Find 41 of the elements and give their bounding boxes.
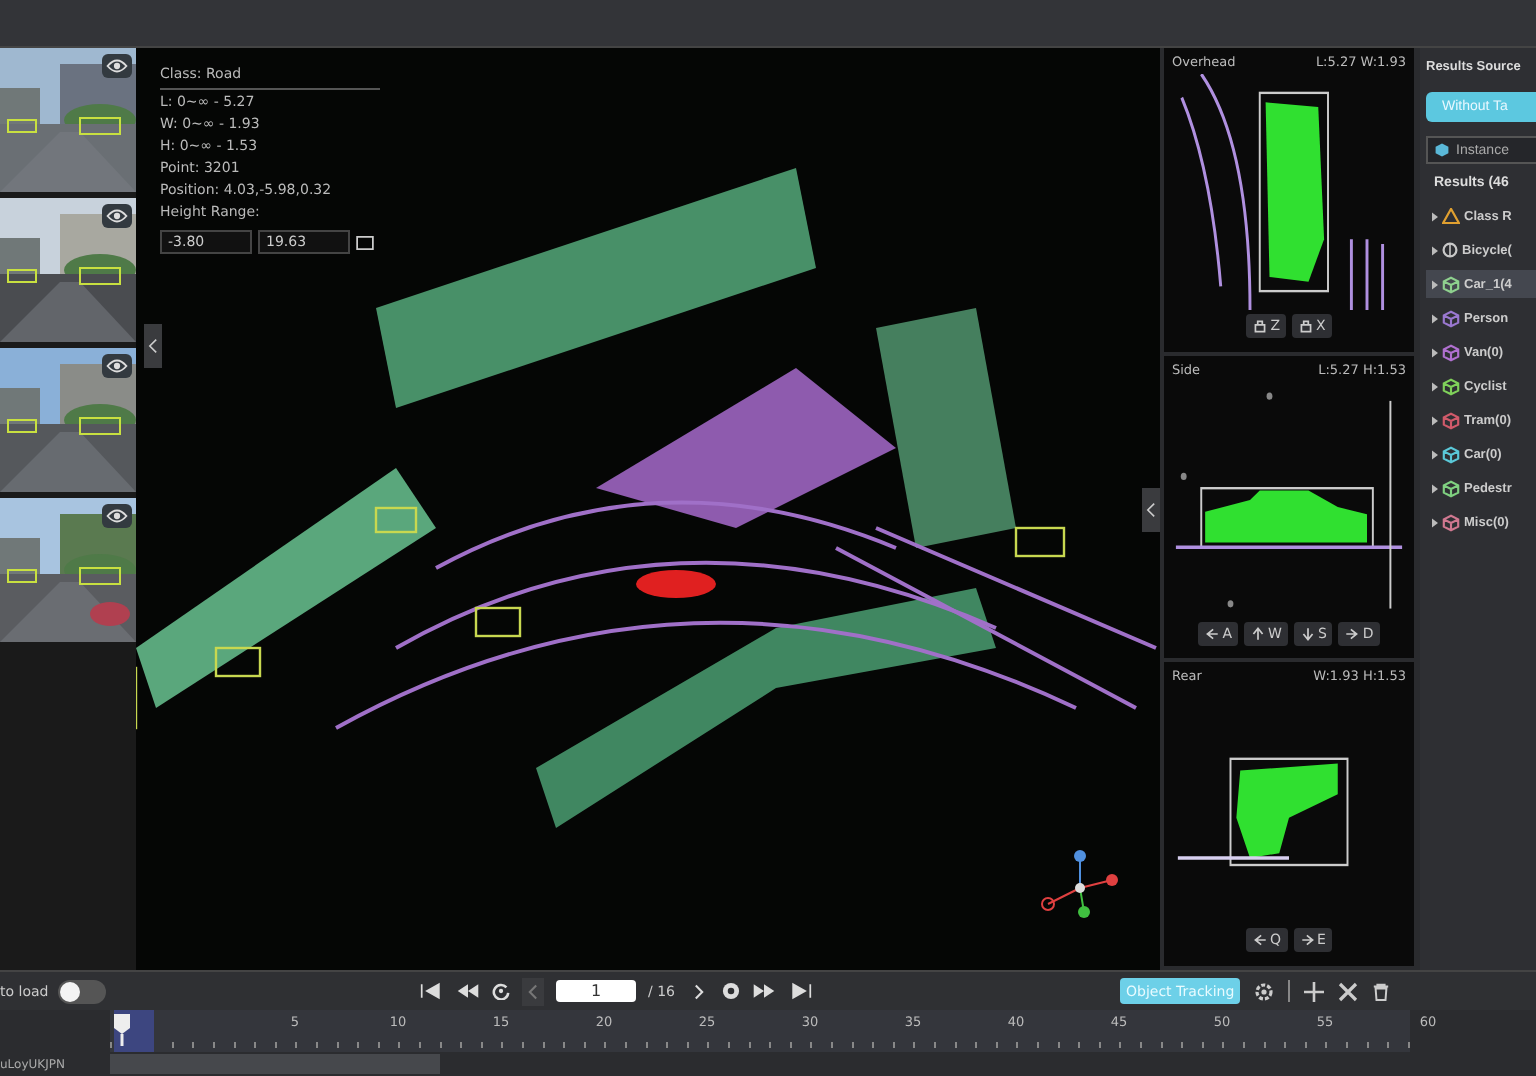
arrow-icon bbox=[1204, 625, 1221, 642]
caret-icon bbox=[1432, 279, 1438, 289]
eye-icon bbox=[106, 208, 128, 224]
visibility-toggle[interactable] bbox=[102, 204, 132, 228]
close-icon[interactable] bbox=[1338, 981, 1359, 1001]
playhead-icon[interactable] bbox=[114, 1014, 130, 1046]
previous-button[interactable] bbox=[522, 977, 544, 1005]
caret-icon bbox=[1432, 381, 1438, 391]
autoload-toggle[interactable] bbox=[58, 979, 107, 1003]
page-input[interactable]: 1 bbox=[556, 980, 636, 1002]
settings-icon[interactable] bbox=[1254, 981, 1275, 1001]
rewind-icon[interactable] bbox=[456, 982, 480, 1000]
caret-icon bbox=[1432, 449, 1438, 459]
arrow-icon bbox=[1299, 625, 1316, 642]
eye-icon bbox=[106, 508, 128, 524]
stop-icon[interactable] bbox=[721, 982, 739, 1000]
arrow-icon bbox=[1250, 625, 1267, 642]
visibility-toggle[interactable] bbox=[102, 354, 132, 378]
caret-icon bbox=[1432, 313, 1438, 323]
lock-icon bbox=[1252, 318, 1269, 334]
lock-icon bbox=[1298, 318, 1314, 334]
move-icon[interactable] bbox=[1304, 981, 1325, 1001]
fast-forward-icon[interactable] bbox=[751, 982, 775, 1000]
caret-icon bbox=[1432, 483, 1438, 493]
chevron-left-icon bbox=[528, 983, 538, 999]
chevron-right-icon bbox=[693, 983, 703, 999]
trash-icon[interactable] bbox=[1372, 981, 1391, 1001]
skip-start-icon[interactable] bbox=[420, 982, 444, 1000]
cube-icon bbox=[1434, 142, 1450, 158]
arrow-icon bbox=[1344, 625, 1361, 642]
caret-icon bbox=[1432, 211, 1438, 221]
eye-icon bbox=[106, 358, 128, 374]
skip-end-icon[interactable] bbox=[787, 982, 811, 1000]
replay-icon[interactable] bbox=[492, 982, 510, 1000]
arrow-icon bbox=[1299, 932, 1316, 949]
caret-icon bbox=[1432, 415, 1438, 425]
visibility-toggle[interactable] bbox=[102, 504, 132, 528]
caret-icon bbox=[1432, 347, 1438, 357]
arrow-icon bbox=[1252, 932, 1269, 949]
caret-icon bbox=[1432, 517, 1438, 527]
caret-icon bbox=[1432, 245, 1438, 255]
